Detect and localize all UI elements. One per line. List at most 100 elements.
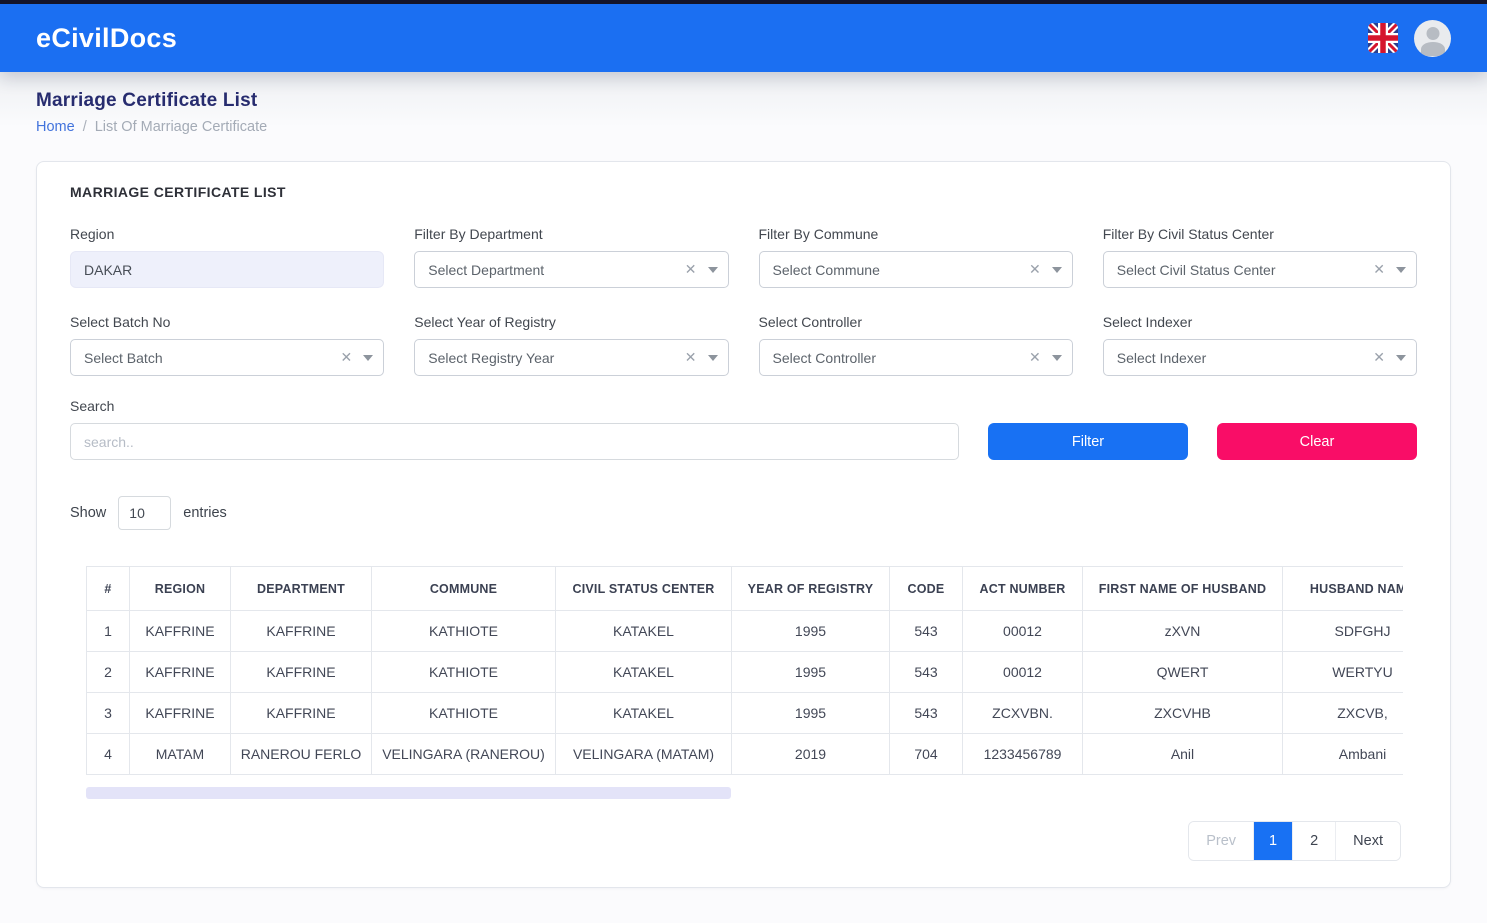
table-cell: RANEROU FERLO xyxy=(230,733,372,775)
table-cell: 00012 xyxy=(962,651,1083,693)
page-body: Marriage Certificate List Home / List Of… xyxy=(0,72,1487,923)
column-header: FIRST NAME OF HUSBAND xyxy=(1082,566,1283,611)
batch-label: Select Batch No xyxy=(70,314,171,330)
entries-label: entries xyxy=(183,505,227,521)
scrollbar-thumb[interactable] xyxy=(86,787,732,799)
breadcrumb-home-link[interactable]: Home xyxy=(36,119,75,135)
user-avatar[interactable] xyxy=(1414,19,1451,57)
batch-select[interactable]: Select Batch ✕ xyxy=(70,339,385,376)
table-cell: ZXCVHB xyxy=(1082,692,1283,734)
horizontal-scrollbar xyxy=(86,787,1403,799)
chevron-down-icon[interactable] xyxy=(1051,354,1062,361)
show-label: Show xyxy=(70,505,107,521)
indexer-label: Select Indexer xyxy=(1102,314,1193,330)
chevron-down-icon[interactable] xyxy=(363,354,374,361)
field-commune: Filter By Commune Select Commune ✕ xyxy=(758,226,1073,288)
column-header: CODE xyxy=(889,566,963,611)
clear-x-icon[interactable]: ✕ xyxy=(1369,349,1394,366)
clear-x-icon[interactable]: ✕ xyxy=(1369,261,1394,278)
column-header: CIVIL STATUS CENTER xyxy=(555,566,732,611)
table-row: 4 MATAM RANEROU FERLO VELINGARA (RANEROU) VE… xyxy=(86,733,1403,775)
pagination-page-1[interactable]: 1 xyxy=(1253,822,1293,860)
chevron-down-icon[interactable] xyxy=(1396,266,1406,273)
table-cell: 00012 xyxy=(962,610,1083,652)
table-cell: VELINGARA (MATAM) xyxy=(555,733,732,775)
table-cell: 1995 xyxy=(731,610,890,652)
entries-count-input[interactable] xyxy=(118,496,172,530)
clear-x-icon[interactable]: ✕ xyxy=(1025,261,1050,278)
region-input[interactable] xyxy=(70,251,385,288)
filter-grid: Region Filter By Department Select Depar… xyxy=(70,226,1417,376)
table-cell: KATAKEL xyxy=(555,610,732,652)
page-title: Marriage Certificate List xyxy=(36,90,258,111)
field-batch: Select Batch No Select Batch ✕ xyxy=(70,314,385,376)
table-cell: 1233456789 xyxy=(962,733,1083,775)
table-cell: 543 xyxy=(889,610,963,652)
clear-x-icon[interactable]: ✕ xyxy=(681,261,706,278)
table-cell: 1995 xyxy=(731,651,890,693)
field-controller: Select Controller Select Controller ✕ xyxy=(758,314,1073,376)
commune-select[interactable]: Select Commune ✕ xyxy=(758,251,1073,288)
table-cell: ZCXVBN. xyxy=(962,692,1083,734)
pagination-next[interactable]: Next xyxy=(1335,822,1400,860)
search-label: Search xyxy=(70,398,115,414)
clear-x-icon[interactable]: ✕ xyxy=(681,349,706,366)
table-cell: 2019 xyxy=(731,733,890,775)
table-cell: KAFFRINE xyxy=(129,651,231,693)
table-cell: SDFGHJ xyxy=(1282,610,1403,652)
table-cell: KAFFRINE xyxy=(230,692,372,734)
language-flag-icon[interactable] xyxy=(1368,23,1398,53)
card-title: MARRIAGE CERTIFICATE LIST xyxy=(70,184,286,200)
table-cell: 3 xyxy=(86,692,130,734)
table-cell: KATHIOTE xyxy=(371,610,556,652)
avatar-person-icon xyxy=(1420,41,1445,56)
table-cell: KATAKEL xyxy=(555,651,732,693)
clear-x-icon[interactable]: ✕ xyxy=(337,349,362,366)
indexer-select[interactable]: Select Indexer ✕ xyxy=(1102,339,1417,376)
table-cell: WERTYU xyxy=(1282,651,1403,693)
clear-x-icon[interactable]: ✕ xyxy=(1025,349,1050,366)
avatar-person-icon xyxy=(1426,26,1439,40)
chevron-down-icon[interactable] xyxy=(1051,266,1062,273)
civil-status-center-select[interactable]: Select Civil Status Center ✕ xyxy=(1102,251,1417,288)
table-cell: KATHIOTE xyxy=(371,692,556,734)
table-body: 1 KAFFRINE KAFFRINE KATHIOTE KATAKEL 1995 543 0… xyxy=(86,610,1403,775)
column-header: # xyxy=(86,566,130,611)
chevron-down-icon[interactable] xyxy=(1396,354,1406,361)
field-region: Region xyxy=(70,226,385,288)
registry-year-label: Select Year of Registry xyxy=(414,314,556,330)
registry-year-select[interactable]: Select Registry Year ✕ xyxy=(414,339,729,376)
controller-select[interactable]: Select Controller ✕ xyxy=(758,339,1073,376)
pagination-prev[interactable]: Prev xyxy=(1189,822,1254,860)
column-header: REGION xyxy=(129,566,231,611)
table-cell: Ambani xyxy=(1282,733,1403,775)
clear-button[interactable]: Clear xyxy=(1217,423,1417,460)
table-cell: 2 xyxy=(86,651,130,693)
app-header: eCivilDocs xyxy=(0,4,1487,72)
table-cell: 543 xyxy=(889,692,963,734)
table-cell: 4 xyxy=(86,733,130,775)
search-input[interactable] xyxy=(70,423,959,460)
table-cell: MATAM xyxy=(129,733,231,775)
table-cell: KAFFRINE xyxy=(230,610,372,652)
marriage-certificate-card: MARRIAGE CERTIFICATE LIST Region Filter … xyxy=(36,161,1451,888)
table-cell: 1995 xyxy=(731,692,890,734)
commune-select-value: Select Commune xyxy=(772,261,880,278)
indexer-select-value: Select Indexer xyxy=(1116,349,1207,366)
chevron-down-icon[interactable] xyxy=(707,266,718,273)
filter-button[interactable]: Filter xyxy=(988,423,1188,460)
controller-label: Select Controller xyxy=(758,314,863,330)
column-header: ACT NUMBER xyxy=(962,566,1083,611)
pagination-page-2[interactable]: 2 xyxy=(1292,822,1336,860)
table-cell: KAFFRINE xyxy=(129,610,231,652)
civil-status-center-select-value: Select Civil Status Center xyxy=(1116,261,1276,278)
column-header: DEPARTMENT xyxy=(230,566,372,611)
chevron-down-icon[interactable] xyxy=(707,354,718,361)
department-select[interactable]: Select Department ✕ xyxy=(414,251,729,288)
region-label: Region xyxy=(70,226,115,242)
table-header-row: # REGION DEPARTMENT COMMUNE CIVIL STATUS CEN… xyxy=(86,566,1403,611)
entries-row: Show entries xyxy=(70,496,1417,530)
table-viewport: # REGION DEPARTMENT COMMUNE CIVIL STATUS CEN… xyxy=(86,566,1403,775)
table-cell: KATHIOTE xyxy=(371,651,556,693)
table-cell: KATAKEL xyxy=(555,692,732,734)
